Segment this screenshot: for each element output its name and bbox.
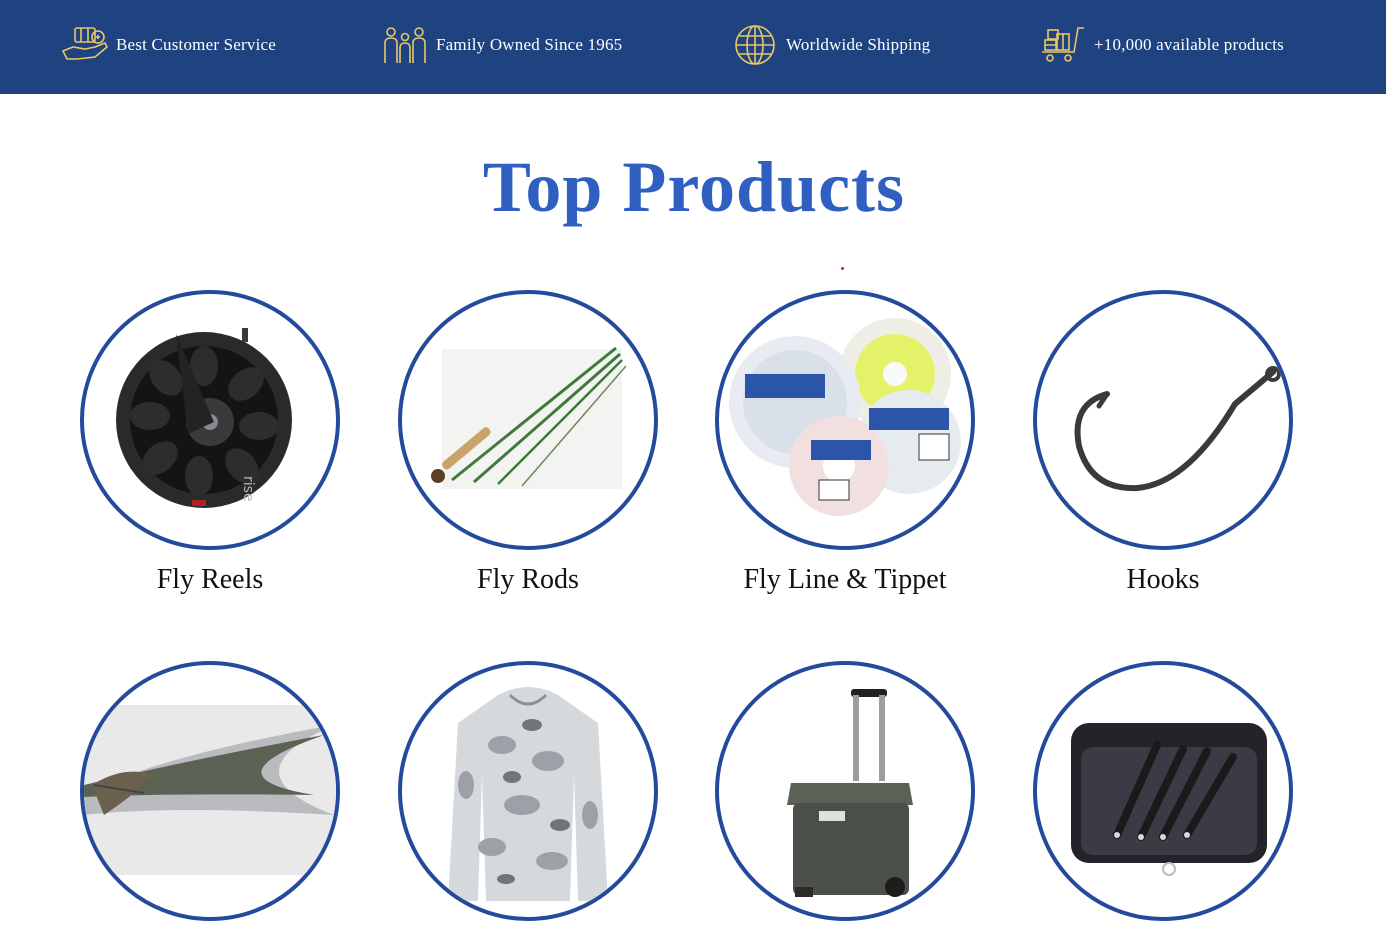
fly-rod-image[interactable] — [398, 290, 658, 550]
svg-text:rise: rise — [240, 476, 256, 502]
rolling-cooler-image[interactable] — [715, 661, 975, 921]
feature-bar: Best Customer Service Family Owned Since… — [0, 0, 1386, 94]
product-label[interactable]: Hooks — [1033, 564, 1293, 596]
cart-boxes-icon — [1038, 22, 1088, 68]
fly-line-spools-image[interactable] — [715, 290, 975, 550]
feature-family-owned: Family Owned Since 1965 — [380, 22, 622, 68]
camo-hoodie-image[interactable] — [398, 661, 658, 921]
product-card-fly-reels[interactable]: rise Fly Reels — [80, 290, 340, 596]
product-card-hoodie[interactable] — [398, 661, 658, 935]
hook-image[interactable] — [1033, 290, 1293, 550]
feature-customer-service: Best Customer Service — [60, 22, 276, 68]
section-title: Top Products — [482, 147, 906, 227]
feature-available-products: +10,000 available products — [1038, 22, 1284, 68]
feature-worldwide-shipping: Worldwide Shipping — [730, 22, 930, 68]
globe-icon — [730, 22, 780, 68]
family-icon — [380, 22, 430, 68]
product-card-fly-line-tippet[interactable]: Fly Line & Tippet — [715, 290, 975, 596]
product-card-fly-rods[interactable]: Fly Rods — [398, 290, 658, 596]
feature-label: Worldwide Shipping — [786, 35, 931, 54]
product-card-fly-lure[interactable] — [80, 661, 340, 935]
pliers-case-image[interactable] — [1033, 661, 1293, 921]
fly-reel-image[interactable]: rise — [80, 290, 340, 550]
product-label[interactable]: Fly Rods — [398, 564, 658, 596]
product-card-cooler[interactable] — [715, 661, 975, 935]
decorative-dot — [841, 267, 844, 270]
product-label[interactable]: Fly Line & Tippet — [715, 564, 975, 596]
fly-lure-image[interactable] — [80, 661, 340, 921]
hand-coins-icon — [60, 22, 110, 68]
product-card-hooks[interactable]: Hooks — [1033, 290, 1293, 596]
product-label[interactable]: Fly Reels — [80, 564, 340, 596]
feature-label: Family Owned Since 1965 — [436, 35, 623, 54]
feature-label: +10,000 available products — [1094, 35, 1284, 54]
feature-label: Best Customer Service — [116, 35, 277, 54]
product-card-pliers-case[interactable] — [1033, 661, 1293, 935]
